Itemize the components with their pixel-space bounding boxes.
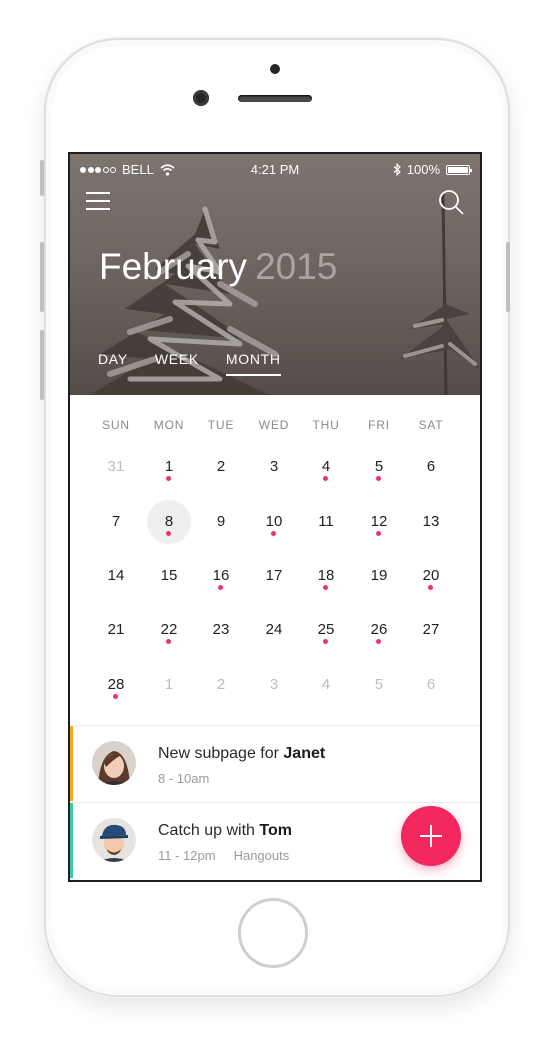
event-indicator-dot: [376, 639, 381, 644]
event-person: Tom: [259, 822, 292, 839]
calendar-day[interactable]: 4: [304, 663, 348, 707]
calendar-day[interactable]: 21: [94, 608, 138, 652]
calendar-day[interactable]: 20: [409, 554, 453, 598]
calendar-day[interactable]: 12: [357, 500, 401, 544]
calendar-day[interactable]: 15: [147, 554, 191, 598]
event-indicator-dot: [428, 585, 433, 590]
event-indicator-dot: [166, 476, 171, 481]
weekday-label-thu: THU: [312, 418, 340, 432]
calendar-day[interactable]: 31: [94, 445, 138, 489]
calendar-day[interactable]: 19: [357, 554, 401, 598]
calendar-day[interactable]: 3: [252, 663, 296, 707]
proximity-sensor: [270, 64, 280, 74]
calendar-day[interactable]: 13: [409, 500, 453, 544]
front-camera: [193, 90, 209, 106]
calendar-day[interactable]: 6: [409, 663, 453, 707]
event-indicator-dot: [271, 531, 276, 536]
month-year-title: February 2015: [99, 246, 337, 288]
event-indicator-dot: [323, 585, 328, 590]
calendar-day[interactable]: 3: [252, 445, 296, 489]
earpiece-speaker: [238, 95, 312, 102]
calendar-day[interactable]: 26: [357, 608, 401, 652]
event-indicator-dot: [376, 476, 381, 481]
calendar-day[interactable]: 24: [252, 608, 296, 652]
weekday-label-sat: SAT: [418, 418, 444, 432]
event-person: Janet: [283, 745, 326, 762]
calendar-day[interactable]: 1: [147, 663, 191, 707]
event-indicator-dot: [323, 639, 328, 644]
event-item-janet[interactable]: New subpage for Janet 8 - 10am: [70, 725, 480, 801]
event-color-bar: [70, 726, 73, 801]
calendar-day[interactable]: 1: [147, 445, 191, 489]
volume-down-button: [40, 330, 44, 400]
calendar-day[interactable]: 11: [304, 500, 348, 544]
status-right: 100%: [393, 162, 472, 177]
calendar-day[interactable]: 25: [304, 608, 348, 652]
calendar-day[interactable]: 14: [94, 554, 138, 598]
event-indicator-dot: [376, 531, 381, 536]
volume-up-button: [40, 242, 44, 312]
event-time: 11 - 12pm: [158, 848, 216, 863]
tab-day[interactable]: DAY: [98, 351, 128, 373]
weekday-label-fri: FRI: [368, 418, 390, 432]
calendar-day[interactable]: 17: [252, 554, 296, 598]
status-bar: BELL 4:21 PM 100%: [70, 162, 480, 180]
event-location: Hangouts: [233, 848, 290, 863]
calendar-header: BELL 4:21 PM 100% February 2015 DAY WEEK…: [70, 154, 480, 395]
silent-switch: [40, 160, 44, 196]
calendar-day[interactable]: 9: [199, 500, 243, 544]
calendar-day[interactable]: 5: [357, 663, 401, 707]
calendar-day[interactable]: 5: [357, 445, 401, 489]
event-title: New subpage for Janet: [158, 745, 326, 762]
calendar-day[interactable]: 27: [409, 608, 453, 652]
calendar-day-today[interactable]: 8: [147, 500, 191, 544]
calendar-day[interactable]: 2: [199, 663, 243, 707]
bluetooth-icon: [393, 163, 401, 176]
battery-percent: 100%: [406, 162, 440, 177]
event-indicator-dot: [166, 531, 171, 536]
weekday-label-wed: WED: [258, 418, 290, 432]
month-label: February: [99, 246, 248, 287]
calendar-day[interactable]: 4: [304, 445, 348, 489]
year-label: 2015: [255, 246, 338, 287]
event-title: Catch up with Tom: [158, 822, 292, 839]
view-tabs: DAY WEEK MONTH: [98, 351, 308, 376]
tab-week[interactable]: WEEK: [155, 351, 199, 373]
event-meta: 11 - 12pm Hangouts: [158, 848, 289, 863]
hamburger-menu-icon[interactable]: [86, 192, 110, 212]
event-indicator-dot: [113, 694, 118, 699]
search-icon[interactable]: [438, 189, 464, 215]
add-event-button[interactable]: [401, 806, 461, 866]
calendar-day[interactable]: 2: [199, 445, 243, 489]
calendar-day[interactable]: 16: [199, 554, 243, 598]
event-time: 8 - 10am: [158, 771, 210, 786]
weekday-label-mon: MON: [153, 418, 185, 432]
home-button[interactable]: [238, 898, 308, 968]
calendar-day[interactable]: 10: [252, 500, 296, 544]
tab-month[interactable]: MONTH: [225, 351, 281, 376]
calendar-day[interactable]: 23: [199, 608, 243, 652]
event-meta: 8 - 10am: [158, 771, 209, 786]
calendar-day[interactable]: 22: [147, 608, 191, 652]
calendar-day[interactable]: 28: [94, 663, 138, 707]
event-indicator-dot: [166, 639, 171, 644]
calendar-day[interactable]: 18: [304, 554, 348, 598]
avatar: [92, 741, 136, 785]
event-color-bar: [70, 803, 73, 878]
event-indicator-dot: [218, 585, 223, 590]
avatar: [92, 818, 136, 862]
weekday-label-sun: SUN: [102, 418, 130, 432]
app-screen: BELL 4:21 PM 100% February 2015 DAY WEEK…: [68, 152, 482, 882]
calendar-day[interactable]: 6: [409, 445, 453, 489]
power-button: [506, 242, 510, 312]
weekday-label-tue: TUE: [207, 418, 235, 432]
battery-icon: [446, 164, 472, 175]
calendar-day[interactable]: 7: [94, 500, 138, 544]
event-indicator-dot: [323, 476, 328, 481]
